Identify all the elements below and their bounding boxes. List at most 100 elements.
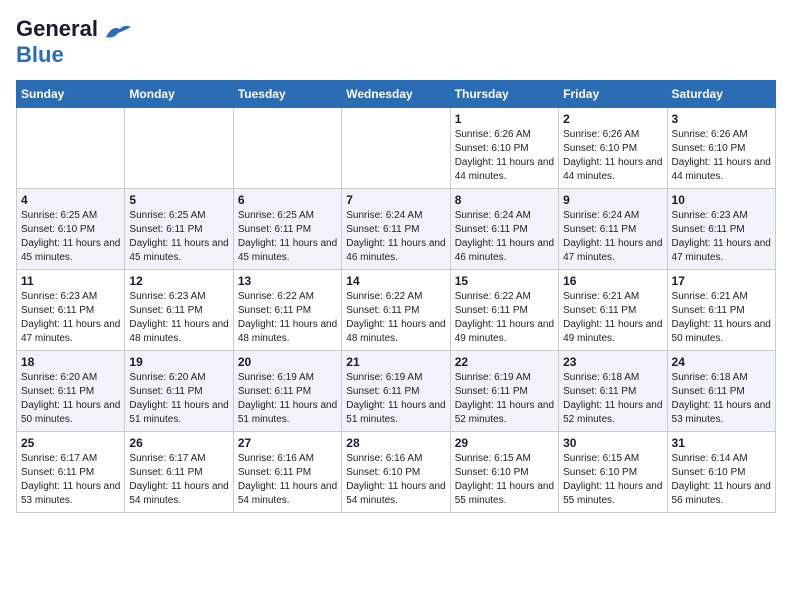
day-number: 12: [129, 274, 228, 288]
day-info: Sunrise: 6:21 AM Sunset: 6:11 PM Dayligh…: [672, 290, 771, 346]
day-number: 30: [563, 436, 662, 450]
logo: General Blue: [16, 16, 132, 68]
calendar-cell: 9Sunrise: 6:24 AM Sunset: 6:11 PM Daylig…: [559, 189, 667, 270]
day-number: 5: [129, 193, 228, 207]
day-info: Sunrise: 6:18 AM Sunset: 6:11 PM Dayligh…: [563, 371, 662, 427]
week-row-5: 25 Sunrise: 6:17 AM Sunset: 6:11 PM Dayli…: [17, 432, 776, 513]
day-info: Sunrise: 6:24 AM Sunset: 6:11 PM Dayligh…: [346, 209, 445, 265]
weekday-header-row: SundayMondayTuesdayWednesdayThursdayFrid…: [17, 81, 776, 108]
weekday-header-saturday: Saturday: [667, 81, 775, 108]
day-info: Sunrise: 6:22 AM Sunset: 6:11 PM Dayligh…: [238, 290, 337, 346]
day-info: Sunrise: 6:25 AM Sunset: 6:11 PM Dayligh…: [238, 209, 337, 265]
day-number: 24: [672, 355, 771, 369]
day-number: 18: [21, 355, 120, 369]
day-info: Sunrise: 6:17 AM Sunset: 6:11 PM Dayligh…: [129, 452, 228, 508]
calendar-cell: 15Sunrise: 6:22 AM Sunset: 6:11 PM Dayli…: [450, 270, 558, 351]
day-info: Sunrise: 6:22 AM Sunset: 6:11 PM Dayligh…: [346, 290, 445, 346]
day-number: 14: [346, 274, 445, 288]
day-number: 3: [672, 112, 771, 126]
calendar-cell: 13 Sunrise: 6:22 AM Sunset: 6:11 PM Dayli…: [233, 270, 341, 351]
day-number: 11: [21, 274, 120, 288]
day-number: 23: [563, 355, 662, 369]
week-row-1: 1 Sunrise: 6:26 AM Sunset: 6:10 PM Daylig…: [17, 108, 776, 189]
weekday-header-thursday: Thursday: [450, 81, 558, 108]
day-info: Sunrise: 6:25 AM Sunset: 6:11 PM Dayligh…: [129, 209, 228, 265]
calendar-cell: 10 Sunrise: 6:23 AM Sunset: 6:11 PM Dayli…: [667, 189, 775, 270]
calendar-cell: 22 Sunrise: 6:19 AM Sunset: 6:11 PM Dayli…: [450, 351, 558, 432]
week-row-4: 18 Sunrise: 6:20 AM Sunset: 6:11 PM Dayli…: [17, 351, 776, 432]
calendar-cell: 12 Sunrise: 6:23 AM Sunset: 6:11 PM Dayli…: [125, 270, 233, 351]
calendar-cell: 19 Sunrise: 6:20 AM Sunset: 6:11 PM Dayli…: [125, 351, 233, 432]
day-number: 21: [346, 355, 445, 369]
calendar-cell: 31 Sunrise: 6:14 AM Sunset: 6:10 PM Dayli…: [667, 432, 775, 513]
logo-bird-icon: [104, 23, 132, 41]
day-info: Sunrise: 6:14 AM Sunset: 6:10 PM Dayligh…: [672, 452, 771, 508]
day-info: Sunrise: 6:19 AM Sunset: 6:11 PM Dayligh…: [346, 371, 445, 427]
calendar-table: SundayMondayTuesdayWednesdayThursdayFrid…: [16, 80, 776, 513]
day-number: 20: [238, 355, 337, 369]
day-info: Sunrise: 6:21 AM Sunset: 6:11 PM Dayligh…: [563, 290, 662, 346]
day-number: 28: [346, 436, 445, 450]
calendar-cell: 24 Sunrise: 6:18 AM Sunset: 6:11 PM Dayli…: [667, 351, 775, 432]
day-number: 9: [563, 193, 662, 207]
day-number: 31: [672, 436, 771, 450]
day-info: Sunrise: 6:16 AM Sunset: 6:11 PM Dayligh…: [238, 452, 337, 508]
day-info: Sunrise: 6:25 AM Sunset: 6:10 PM Dayligh…: [21, 209, 120, 265]
calendar-cell: [17, 108, 125, 189]
calendar-cell: 18 Sunrise: 6:20 AM Sunset: 6:11 PM Dayli…: [17, 351, 125, 432]
day-number: 13: [238, 274, 337, 288]
day-number: 22: [455, 355, 554, 369]
day-number: 10: [672, 193, 771, 207]
day-info: Sunrise: 6:16 AM Sunset: 6:10 PM Dayligh…: [346, 452, 445, 508]
calendar-cell: 3 Sunrise: 6:26 AM Sunset: 6:10 PM Daylig…: [667, 108, 775, 189]
day-info: Sunrise: 6:15 AM Sunset: 6:10 PM Dayligh…: [455, 452, 554, 508]
day-info: Sunrise: 6:23 AM Sunset: 6:11 PM Dayligh…: [129, 290, 228, 346]
day-info: Sunrise: 6:19 AM Sunset: 6:11 PM Dayligh…: [238, 371, 337, 427]
logo-text-blue: Blue: [16, 42, 64, 67]
weekday-header-wednesday: Wednesday: [342, 81, 450, 108]
calendar-cell: 30Sunrise: 6:15 AM Sunset: 6:10 PM Dayli…: [559, 432, 667, 513]
day-number: 15: [455, 274, 554, 288]
calendar-cell: 7 Sunrise: 6:24 AM Sunset: 6:11 PM Daylig…: [342, 189, 450, 270]
day-info: Sunrise: 6:23 AM Sunset: 6:11 PM Dayligh…: [21, 290, 120, 346]
day-number: 19: [129, 355, 228, 369]
weekday-header-tuesday: Tuesday: [233, 81, 341, 108]
day-info: Sunrise: 6:18 AM Sunset: 6:11 PM Dayligh…: [672, 371, 771, 427]
calendar-cell: [342, 108, 450, 189]
day-info: Sunrise: 6:20 AM Sunset: 6:11 PM Dayligh…: [21, 371, 120, 427]
calendar-cell: 29Sunrise: 6:15 AM Sunset: 6:10 PM Dayli…: [450, 432, 558, 513]
calendar-cell: 20 Sunrise: 6:19 AM Sunset: 6:11 PM Dayli…: [233, 351, 341, 432]
calendar-cell: 6 Sunrise: 6:25 AM Sunset: 6:11 PM Daylig…: [233, 189, 341, 270]
calendar-cell: 16 Sunrise: 6:21 AM Sunset: 6:11 PM Dayli…: [559, 270, 667, 351]
weekday-header-sunday: Sunday: [17, 81, 125, 108]
calendar-cell: [125, 108, 233, 189]
week-row-3: 11 Sunrise: 6:23 AM Sunset: 6:11 PM Dayli…: [17, 270, 776, 351]
day-info: Sunrise: 6:20 AM Sunset: 6:11 PM Dayligh…: [129, 371, 228, 427]
day-number: 16: [563, 274, 662, 288]
day-number: 1: [455, 112, 554, 126]
day-info: Sunrise: 6:26 AM Sunset: 6:10 PM Dayligh…: [455, 128, 554, 184]
day-info: Sunrise: 6:26 AM Sunset: 6:10 PM Dayligh…: [563, 128, 662, 184]
day-number: 27: [238, 436, 337, 450]
day-number: 6: [238, 193, 337, 207]
day-number: 8: [455, 193, 554, 207]
calendar-cell: 11 Sunrise: 6:23 AM Sunset: 6:11 PM Dayli…: [17, 270, 125, 351]
day-number: 25: [21, 436, 120, 450]
calendar-cell: 17 Sunrise: 6:21 AM Sunset: 6:11 PM Dayli…: [667, 270, 775, 351]
day-info: Sunrise: 6:24 AM Sunset: 6:11 PM Dayligh…: [455, 209, 554, 265]
day-number: 17: [672, 274, 771, 288]
calendar-cell: 8 Sunrise: 6:24 AM Sunset: 6:11 PM Daylig…: [450, 189, 558, 270]
day-info: Sunrise: 6:19 AM Sunset: 6:11 PM Dayligh…: [455, 371, 554, 427]
day-info: Sunrise: 6:26 AM Sunset: 6:10 PM Dayligh…: [672, 128, 771, 184]
logo-text-general: General: [16, 16, 98, 41]
calendar-body: 1 Sunrise: 6:26 AM Sunset: 6:10 PM Daylig…: [17, 108, 776, 513]
page-header: General Blue: [16, 16, 776, 68]
day-number: 2: [563, 112, 662, 126]
weekday-header-monday: Monday: [125, 81, 233, 108]
day-info: Sunrise: 6:23 AM Sunset: 6:11 PM Dayligh…: [672, 209, 771, 265]
day-number: 7: [346, 193, 445, 207]
day-number: 26: [129, 436, 228, 450]
calendar-cell: 23 Sunrise: 6:18 AM Sunset: 6:11 PM Dayli…: [559, 351, 667, 432]
calendar-header: SundayMondayTuesdayWednesdayThursdayFrid…: [17, 81, 776, 108]
day-number: 4: [21, 193, 120, 207]
